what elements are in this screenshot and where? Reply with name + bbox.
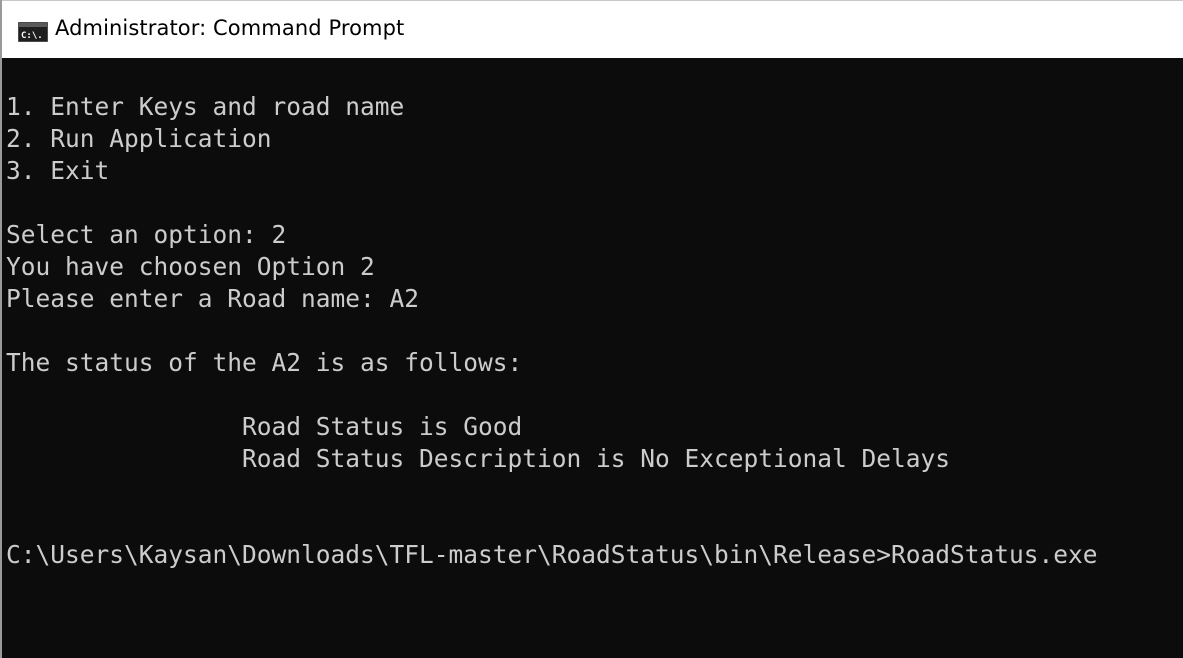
menu-item-exit: 3. Exit: [6, 156, 110, 185]
command-prompt-window: C:\. Administrator: Command Prompt 1. En…: [0, 0, 1183, 658]
title-bar[interactable]: C:\. Administrator: Command Prompt: [2, 0, 1183, 58]
menu-item-enter-keys: 1. Enter Keys and road name: [6, 92, 405, 121]
chosen-option-message: You have choosen Option 2: [6, 252, 375, 281]
menu-item-run-application: 2. Run Application: [6, 124, 272, 153]
road-name-prompt: Please enter a Road name: A2: [6, 284, 420, 313]
command-prompt-icon: C:\.: [18, 22, 48, 42]
command-prompt-icon-text: C:\.: [21, 31, 43, 41]
road-status-description-line: Road Status Description is No Exceptiona…: [6, 444, 951, 473]
command-line: C:\Users\Kaysan\Downloads\TFL-master\Roa…: [6, 540, 1098, 569]
status-header: The status of the A2 is as follows:: [6, 348, 523, 377]
console-output[interactable]: 1. Enter Keys and road name 2. Run Appli…: [4, 58, 1183, 658]
window-title: Administrator: Command Prompt: [55, 16, 405, 40]
select-option-prompt: Select an option: 2: [6, 220, 287, 249]
road-status-line: Road Status is Good: [6, 412, 523, 441]
